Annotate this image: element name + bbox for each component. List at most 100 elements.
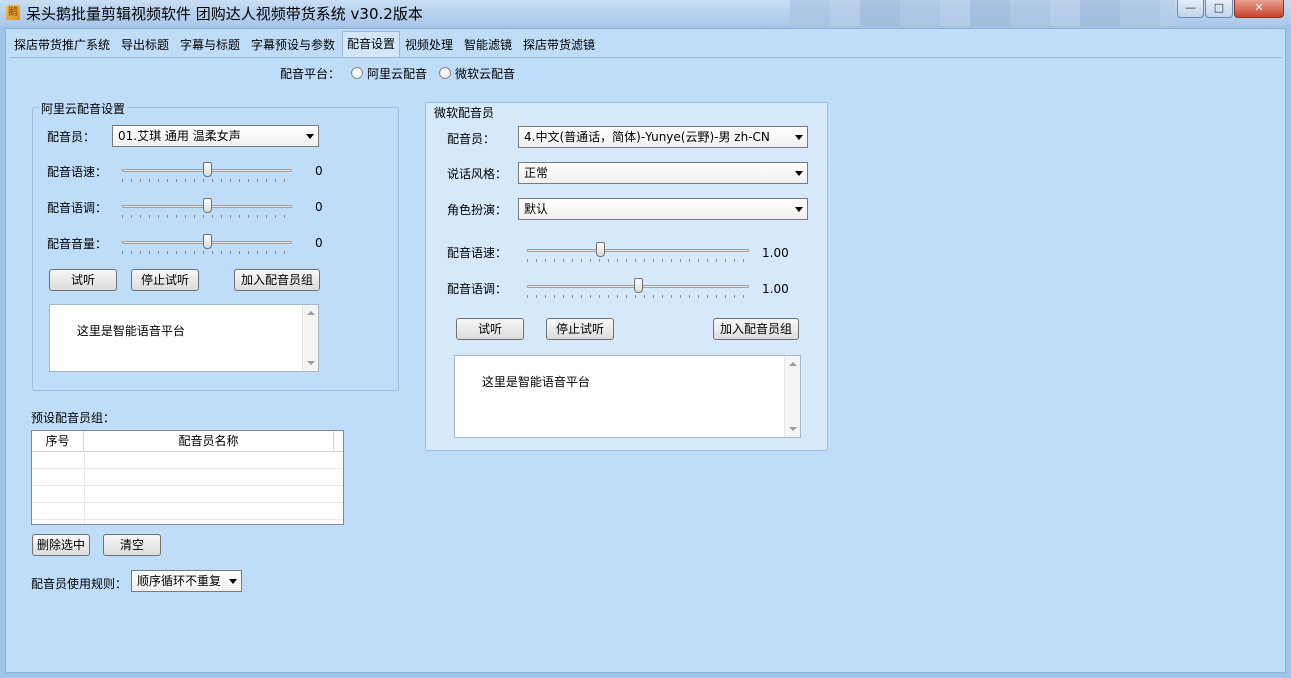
aliyun-voice-value: 01.艾琪 通用 温柔女声 bbox=[118, 129, 241, 143]
tab-subtitle-preset[interactable]: 字幕预设与参数 bbox=[247, 35, 339, 57]
ms-style-label: 说话风格： bbox=[447, 167, 508, 181]
ms-speed-value: 1.00 bbox=[762, 246, 789, 260]
minimize-button[interactable]: — bbox=[1177, 0, 1204, 18]
platform-label: 配音平台： bbox=[280, 67, 341, 81]
ms-stop-button[interactable]: 停止试听 bbox=[546, 318, 614, 340]
aliyun-group-title: 阿里云配音设置 bbox=[39, 100, 128, 117]
aliyun-speed-value: 0 bbox=[315, 164, 323, 178]
slider-thumb[interactable] bbox=[203, 162, 212, 177]
aliyun-pitch-label: 配音语调： bbox=[47, 201, 108, 215]
ms-speed-label: 配音语速： bbox=[447, 246, 508, 260]
ms-pitch-slider[interactable] bbox=[519, 278, 757, 300]
microsoft-group: 微软配音员 配音员： 4.中文(普通话，简体)-Yunye(云野)-男 zh-C… bbox=[425, 102, 828, 451]
slider-thumb[interactable] bbox=[596, 242, 606, 257]
scroll-up-icon[interactable] bbox=[789, 362, 797, 366]
aliyun-volume-value: 0 bbox=[315, 236, 323, 250]
ms-text-input[interactable]: 这里是智能语音平台 bbox=[454, 355, 801, 438]
clear-button[interactable]: 清空 bbox=[103, 534, 161, 556]
ms-add-button[interactable]: 加入配音员组 bbox=[713, 318, 799, 340]
slider-ticks bbox=[527, 295, 749, 298]
radio-microsoft[interactable] bbox=[439, 67, 451, 79]
table-header: 序号 配音员名称 bbox=[32, 431, 343, 452]
tab-shop-promotion[interactable]: 探店带货推广系统 bbox=[10, 35, 114, 57]
scroll-up-icon[interactable] bbox=[307, 311, 315, 315]
client-area: 探店带货推广系统 导出标题 字幕与标题 字幕预设与参数 配音设置 视频处理 智能… bbox=[5, 28, 1286, 673]
ms-speed-slider[interactable] bbox=[519, 242, 757, 264]
aliyun-voice-label: 配音员： bbox=[47, 130, 96, 144]
ms-voice-label: 配音员： bbox=[447, 132, 496, 146]
ms-text-value: 这里是智能语音平台 bbox=[481, 375, 590, 389]
aliyun-listen-button[interactable]: 试听 bbox=[49, 269, 117, 291]
slider-track bbox=[527, 249, 749, 252]
ms-role-value: 默认 bbox=[524, 202, 549, 216]
ms-role-label: 角色扮演： bbox=[447, 203, 508, 217]
close-button[interactable]: ✕ bbox=[1234, 0, 1284, 18]
table-row[interactable] bbox=[32, 504, 343, 520]
microsoft-group-title: 微软配音员 bbox=[432, 104, 497, 121]
ms-voice-select[interactable]: 4.中文(普通话，简体)-Yunye(云野)-男 zh-CN bbox=[518, 126, 808, 148]
preset-table[interactable]: 序号 配音员名称 bbox=[31, 430, 344, 525]
ms-role-select[interactable]: 默认 bbox=[518, 198, 808, 220]
chevron-down-icon bbox=[229, 579, 237, 584]
tab-divider bbox=[10, 57, 1282, 58]
tab-smart-filter[interactable]: 智能滤镜 bbox=[460, 35, 516, 57]
scroll-down-icon[interactable] bbox=[789, 427, 797, 431]
window-title: 呆头鹅批量剪辑视频软件 团购达人视频带货系统 v30.2版本 bbox=[26, 5, 423, 23]
aliyun-text-value: 这里是智能语音平台 bbox=[76, 324, 185, 338]
slider-ticks bbox=[122, 251, 292, 254]
aliyun-pitch-value: 0 bbox=[315, 200, 323, 214]
scrollbar[interactable] bbox=[784, 356, 800, 437]
radio-aliyun-label[interactable]: 阿里云配音 bbox=[367, 65, 427, 82]
slider-thumb[interactable] bbox=[203, 234, 212, 249]
column-header-name[interactable]: 配音员名称 bbox=[84, 431, 334, 452]
ms-style-value: 正常 bbox=[524, 166, 549, 180]
aliyun-voice-select[interactable]: 01.艾琪 通用 温柔女声 bbox=[112, 125, 319, 147]
scroll-down-icon[interactable] bbox=[307, 361, 315, 365]
rule-select[interactable]: 顺序循环不重复 bbox=[131, 570, 242, 592]
table-row[interactable] bbox=[32, 470, 343, 486]
tab-subtitle-title[interactable]: 字幕与标题 bbox=[176, 35, 244, 57]
column-divider bbox=[84, 452, 85, 524]
aliyun-volume-slider[interactable] bbox=[114, 234, 300, 256]
radio-microsoft-label[interactable]: 微软云配音 bbox=[455, 65, 515, 82]
aliyun-stop-button[interactable]: 停止试听 bbox=[131, 269, 199, 291]
column-header-index[interactable]: 序号 bbox=[32, 431, 84, 452]
tab-voice-settings[interactable]: 配音设置 bbox=[342, 31, 401, 57]
maximize-button[interactable]: □ bbox=[1205, 0, 1233, 18]
table-row[interactable] bbox=[32, 453, 343, 469]
slider-thumb[interactable] bbox=[203, 198, 212, 213]
chevron-down-icon bbox=[795, 171, 803, 176]
aliyun-group: 阿里云配音设置 配音员： 01.艾琪 通用 温柔女声 配音语速： 0 配音语调：… bbox=[32, 100, 399, 391]
tab-shop-filter[interactable]: 探店带货滤镜 bbox=[519, 35, 599, 57]
ms-pitch-value: 1.00 bbox=[762, 282, 789, 296]
ms-pitch-label: 配音语调： bbox=[447, 282, 508, 296]
table-row[interactable] bbox=[32, 487, 343, 503]
aliyun-speed-label: 配音语速： bbox=[47, 165, 108, 179]
title-bar: 鹅 呆头鹅批量剪辑视频软件 团购达人视频带货系统 v30.2版本 — □ ✕ bbox=[0, 0, 1291, 26]
aliyun-pitch-slider[interactable] bbox=[114, 198, 300, 220]
ms-voice-value: 4.中文(普通话，简体)-Yunye(云野)-男 zh-CN bbox=[524, 130, 770, 144]
slider-ticks bbox=[122, 215, 292, 218]
scrollbar[interactable] bbox=[302, 305, 318, 371]
slider-thumb[interactable] bbox=[634, 278, 643, 293]
rule-label: 配音员使用规则： bbox=[31, 577, 128, 591]
aliyun-volume-label: 配音音量： bbox=[47, 237, 108, 251]
chevron-down-icon bbox=[795, 207, 803, 212]
chevron-down-icon bbox=[306, 134, 314, 139]
chevron-down-icon bbox=[795, 135, 803, 140]
background-window-strip bbox=[790, 0, 1175, 26]
app-icon: 鹅 bbox=[6, 5, 20, 20]
preset-group-label: 预设配音员组： bbox=[31, 411, 116, 425]
radio-aliyun[interactable] bbox=[351, 67, 363, 79]
slider-ticks bbox=[527, 259, 749, 262]
aliyun-speed-slider[interactable] bbox=[114, 162, 300, 184]
ms-listen-button[interactable]: 试听 bbox=[456, 318, 524, 340]
rule-value: 顺序循环不重复 bbox=[137, 574, 222, 588]
tab-export-title[interactable]: 导出标题 bbox=[117, 35, 173, 57]
aliyun-add-button[interactable]: 加入配音员组 bbox=[234, 269, 320, 291]
aliyun-text-input[interactable]: 这里是智能语音平台 bbox=[49, 304, 319, 372]
delete-selected-button[interactable]: 删除选中 bbox=[32, 534, 90, 556]
ms-style-select[interactable]: 正常 bbox=[518, 162, 808, 184]
tab-video-processing[interactable]: 视频处理 bbox=[401, 35, 457, 57]
slider-ticks bbox=[122, 179, 292, 182]
